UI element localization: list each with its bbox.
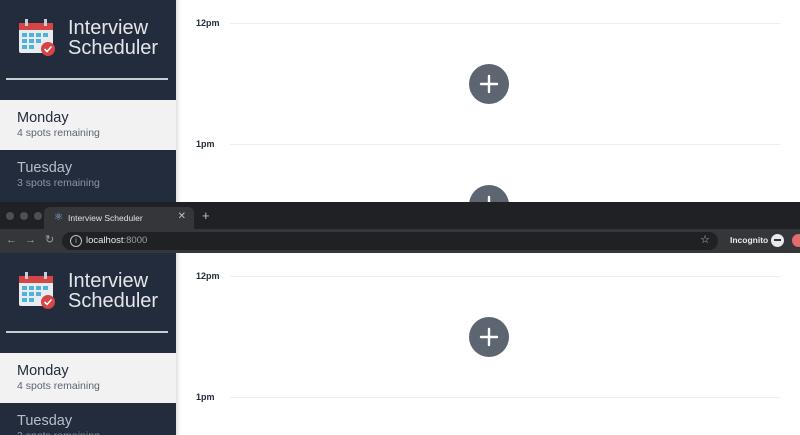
calendar-check-icon <box>18 18 58 58</box>
reload-icon[interactable]: ↻ <box>45 234 54 246</box>
browser-toolbar: ← → ↻ i localhost:8000 ☆ Incognito <box>0 229 800 253</box>
brand: Interview Scheduler <box>18 271 158 311</box>
address-bar[interactable]: i localhost:8000 ☆ <box>62 232 718 250</box>
sidebar-divider <box>6 331 168 333</box>
plus-icon <box>479 327 499 347</box>
brand: Interview Scheduler <box>18 18 158 58</box>
calendar-check-icon <box>18 271 58 311</box>
tab-bar: ⚛ Interview Scheduler ✕ + <box>0 202 800 229</box>
time-divider <box>230 144 780 145</box>
app-title-line1: Interview <box>68 17 149 39</box>
tab-title: Interview Scheduler <box>68 213 143 223</box>
react-icon: ⚛ <box>54 212 63 223</box>
app-title-line1: Interview <box>68 270 149 292</box>
plus-icon <box>479 74 499 94</box>
time-label: 1pm <box>196 139 215 149</box>
time-label: 12pm <box>196 18 220 28</box>
star-icon[interactable]: ☆ <box>700 234 710 246</box>
app-title-line2: Scheduler <box>68 290 159 312</box>
arrow-left-icon[interactable]: ← <box>6 234 17 246</box>
schedule: 12pm 1pm <box>176 253 800 435</box>
url-host: localhost <box>86 235 124 246</box>
day-item-monday[interactable]: Monday 4 spots remaining <box>0 100 176 150</box>
time-label: 1pm <box>196 392 215 402</box>
app-pane-bottom: Interview Scheduler Monday 4 spots remai… <box>0 253 800 435</box>
day-name: Tuesday <box>17 160 73 176</box>
time-divider <box>230 276 780 277</box>
day-name: Monday <box>17 363 69 379</box>
day-name: Tuesday <box>17 413 73 429</box>
plus-icon <box>487 195 491 202</box>
info-icon[interactable]: i <box>70 235 82 247</box>
time-divider <box>230 23 780 24</box>
day-item-monday[interactable]: Monday 4 spots remaining <box>0 353 176 403</box>
browser-chrome: ⚛ Interview Scheduler ✕ + ← → ↻ i localh… <box>0 202 800 253</box>
add-appointment-button[interactable] <box>469 64 509 104</box>
incognito-icon[interactable] <box>771 234 784 247</box>
add-appointment-button[interactable] <box>469 185 509 202</box>
sidebar: Interview Scheduler Monday 4 spots remai… <box>0 253 176 435</box>
minimize-window-button[interactable] <box>20 212 28 220</box>
day-spots: 3 spots remaining <box>17 177 100 189</box>
sidebar-divider <box>6 78 168 80</box>
app-title: Interview Scheduler <box>68 271 158 311</box>
window-controls <box>6 212 42 220</box>
sidebar: Interview Scheduler Monday 4 spots remai… <box>0 0 176 202</box>
close-window-button[interactable] <box>6 212 14 220</box>
day-spots: 4 spots remaining <box>17 127 100 139</box>
day-spots: 3 spots remaining <box>17 430 100 435</box>
app-pane-top: Interview Scheduler Monday 4 spots remai… <box>0 0 800 202</box>
schedule: 12pm 1pm <box>176 0 800 202</box>
url-port: :8000 <box>123 235 148 246</box>
day-name: Monday <box>17 110 69 126</box>
incognito-label: Incognito <box>730 235 769 245</box>
day-spots: 4 spots remaining <box>17 380 100 392</box>
app-title-line2: Scheduler <box>68 37 159 59</box>
close-tab-icon[interactable]: ✕ <box>178 211 186 223</box>
day-item-tuesday[interactable]: Tuesday 3 spots remaining <box>0 403 176 435</box>
new-tab-icon[interactable]: + <box>202 209 210 222</box>
app-title: Interview Scheduler <box>68 18 158 58</box>
browser-tab[interactable]: ⚛ Interview Scheduler ✕ <box>44 207 194 229</box>
time-divider <box>230 397 780 398</box>
time-label: 12pm <box>196 271 220 281</box>
add-appointment-button[interactable] <box>469 317 509 357</box>
maximize-window-button[interactable] <box>34 212 42 220</box>
extension-icon[interactable] <box>792 234 800 247</box>
url-text: localhost:8000 <box>86 235 147 246</box>
day-item-tuesday[interactable]: Tuesday 3 spots remaining <box>0 150 176 200</box>
arrow-right-icon[interactable]: → <box>25 234 36 246</box>
